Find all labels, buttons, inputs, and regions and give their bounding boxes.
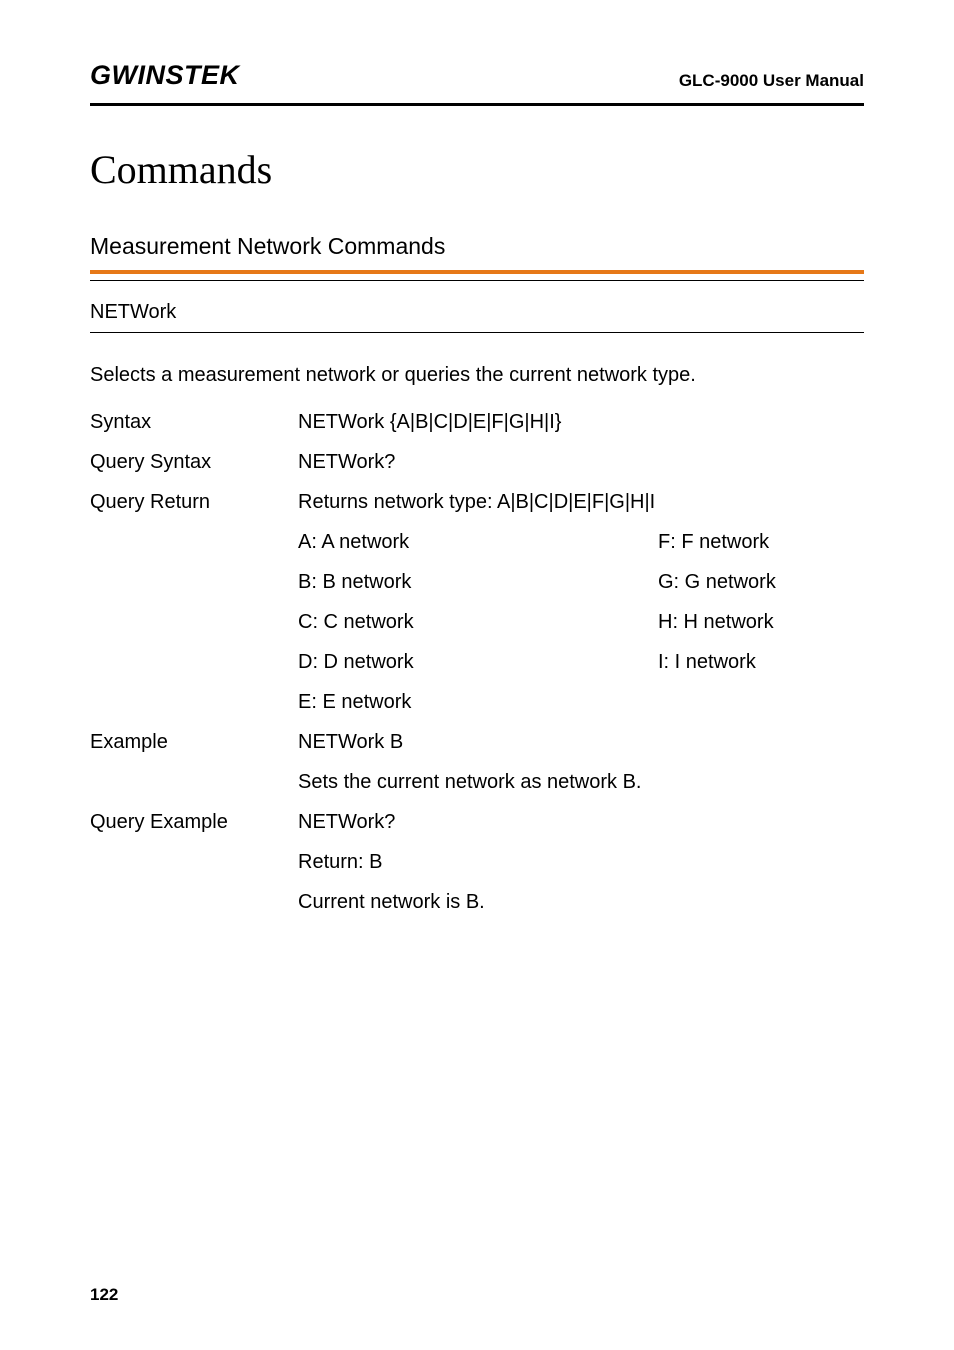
- network-f: F: F network: [658, 527, 864, 557]
- query-return-label: Query Return: [90, 487, 298, 517]
- example-label: Example: [90, 727, 298, 757]
- network-d-row: D: D network I: I network: [90, 647, 864, 677]
- query-example-value3: Current network is B.: [298, 887, 864, 917]
- query-example-row: Query Example NETWork?: [90, 807, 864, 837]
- command-description: Selects a measurement network or queries…: [90, 361, 864, 389]
- query-return-row: Query Return Returns network type: A|B|C…: [90, 487, 864, 517]
- page-number: 122: [90, 1285, 118, 1305]
- example-value2: Sets the current network as network B.: [298, 767, 864, 797]
- syntax-label: Syntax: [90, 407, 298, 437]
- network-c-row: C: C network H: H network: [90, 607, 864, 637]
- query-syntax-label: Query Syntax: [90, 447, 298, 477]
- network-b-row: B: B network G: G network: [90, 567, 864, 597]
- network-c: C: C network: [298, 607, 658, 637]
- accent-divider: [90, 270, 864, 274]
- network-d: D: D network: [298, 647, 658, 677]
- query-example-value2: Return: B: [298, 847, 864, 877]
- manual-title: GLC-9000 User Manual: [679, 71, 864, 91]
- syntax-row: Syntax NETWork {A|B|C|D|E|F|G|H|I}: [90, 407, 864, 437]
- example-value1: NETWork B: [298, 727, 864, 757]
- example-row: Example NETWork B: [90, 727, 864, 757]
- query-return-value: Returns network type: A|B|C|D|E|F|G|H|I: [298, 487, 864, 517]
- thin-divider: [90, 280, 864, 281]
- query-example-value1: NETWork?: [298, 807, 864, 837]
- brand-logo: GWINSTEK: [90, 60, 240, 91]
- example-row2: Sets the current network as network B.: [90, 767, 864, 797]
- section-heading-commands: Commands: [90, 146, 864, 193]
- query-example-label: Query Example: [90, 807, 298, 837]
- network-a: A: A network: [298, 527, 658, 557]
- query-example-row2: Return: B: [90, 847, 864, 877]
- network-g: G: G network: [658, 567, 864, 597]
- command-name-network: NETWork: [90, 301, 864, 324]
- syntax-value: NETWork {A|B|C|D|E|F|G|H|I}: [298, 407, 864, 437]
- network-e-row: E: E network: [90, 687, 864, 717]
- query-syntax-row: Query Syntax NETWork?: [90, 447, 864, 477]
- network-b: B: B network: [298, 567, 658, 597]
- command-divider: [90, 332, 864, 333]
- query-example-row3: Current network is B.: [90, 887, 864, 917]
- subsection-heading-measurement: Measurement Network Commands: [90, 233, 864, 260]
- network-a-row: A: A network F: F network: [90, 527, 864, 557]
- header-divider: [90, 103, 864, 106]
- network-h: H: H network: [658, 607, 864, 637]
- network-e: E: E network: [298, 687, 864, 717]
- page-header: GWINSTEK GLC-9000 User Manual: [90, 60, 864, 91]
- network-i: I: I network: [658, 647, 864, 677]
- query-syntax-value: NETWork?: [298, 447, 864, 477]
